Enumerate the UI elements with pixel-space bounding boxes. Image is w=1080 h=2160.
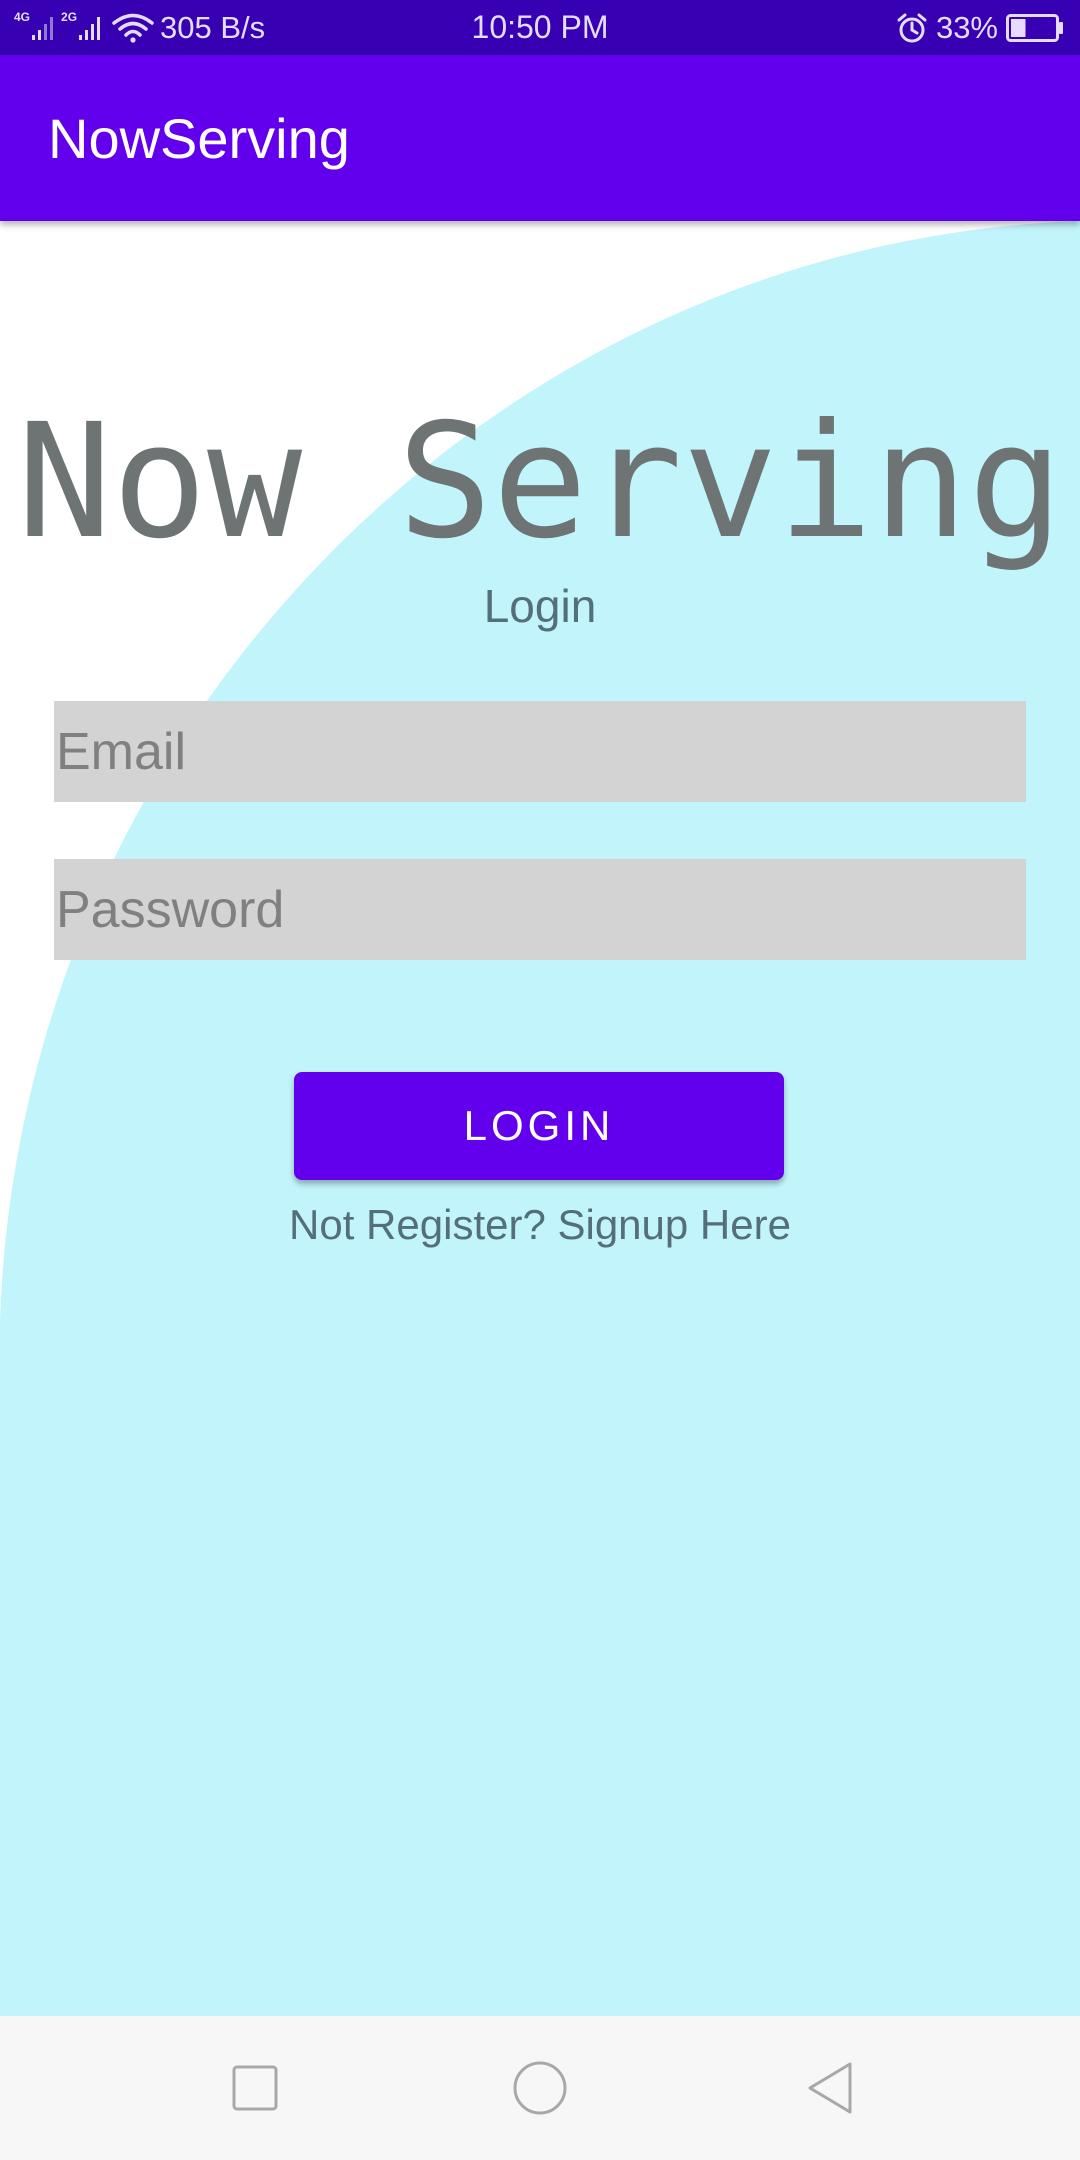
home-icon (513, 2061, 567, 2115)
home-button[interactable] (460, 2016, 620, 2160)
login-button[interactable]: LOGIN (294, 1072, 784, 1180)
alarm-icon (897, 13, 927, 42)
status-bar: 4G 2G 305 B/s 10:50 PM 33% (0, 0, 1080, 55)
recents-button[interactable] (175, 2016, 335, 2160)
brand-title: Now Serving (16, 390, 1064, 574)
back-icon (808, 2062, 852, 2114)
login-heading: Login (483, 580, 597, 632)
email-field[interactable] (54, 701, 1026, 802)
login-screen: Now Serving Login LOGIN Not Register? Si… (0, 221, 1080, 2016)
signup-link[interactable]: Not Register? Signup Here (0, 1201, 1080, 1249)
back-button[interactable] (750, 2016, 910, 2160)
password-field[interactable] (54, 859, 1026, 960)
navigation-bar (0, 2016, 1080, 2160)
app-bar: NowServing (0, 55, 1080, 221)
recents-icon (232, 2065, 278, 2111)
app-title: NowServing (48, 106, 350, 170)
screen: 4G 2G 305 B/s 10:50 PM 33% NowServing No… (0, 0, 1080, 2160)
battery-percent: 33% (935, 9, 998, 45)
status-right: 33% (896, 0, 1064, 55)
battery-icon (1006, 13, 1063, 42)
